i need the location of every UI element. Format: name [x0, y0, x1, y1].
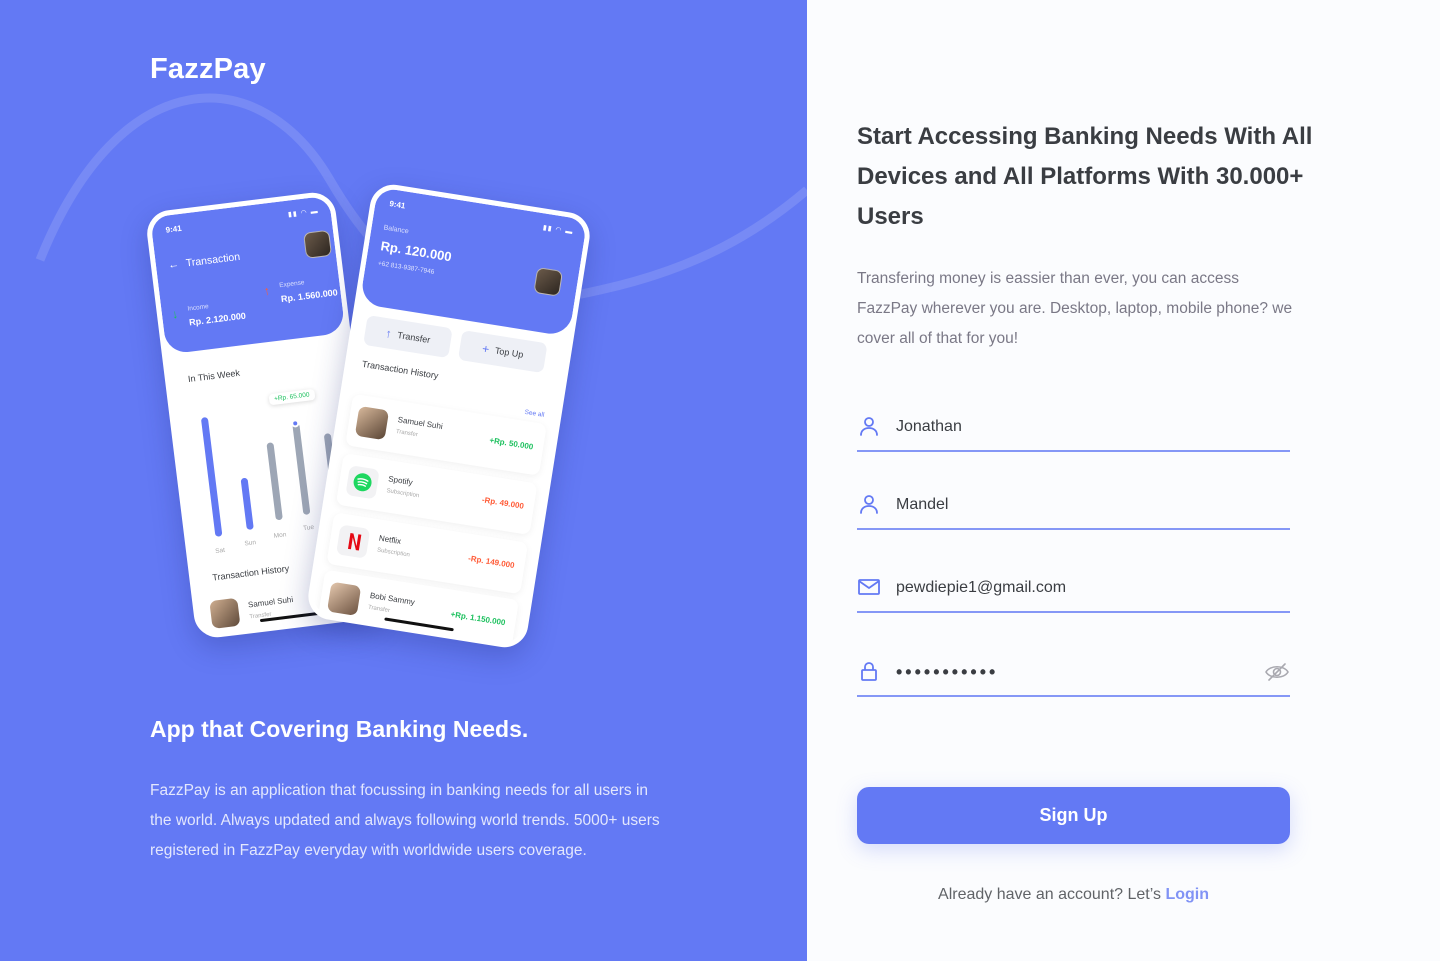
- row-sub: Subscription: [386, 488, 420, 500]
- row-sub: Transfer: [395, 428, 419, 439]
- person-icon: [860, 495, 878, 514]
- row-amount: -Rp. 149.000: [467, 553, 516, 571]
- page-title: Start Accessing Banking Needs With All D…: [857, 123, 1313, 230]
- hero-title: App that Covering Banking Needs.: [150, 716, 529, 742]
- chart-bar: [266, 442, 283, 521]
- signal-icon: ▮▮ ◠ ▬: [542, 224, 574, 237]
- phone-a-history-title: Transaction History: [211, 563, 290, 583]
- person-icon: [860, 417, 878, 436]
- chart-bar: [200, 416, 223, 537]
- eye-off-icon[interactable]: [1264, 661, 1290, 683]
- balance-label: Balance: [383, 224, 410, 236]
- brand-logo: FazzPay: [150, 53, 266, 85]
- netflix-icon: [336, 524, 371, 559]
- phone-a-title: Transaction: [185, 250, 241, 270]
- day-label: Sat: [214, 546, 226, 556]
- day-label: Sun: [244, 539, 257, 548]
- arrow-up-icon: ↑: [384, 326, 393, 341]
- phone-b-header: 9:41 ▮▮ ◠ ▬ Balance Rp. 120.000 +62 813-…: [359, 187, 588, 337]
- last-name-input[interactable]: [896, 488, 1256, 522]
- topup-button: + Top Up: [457, 330, 548, 374]
- row-sub: Subscription: [376, 547, 411, 559]
- day-label: Mon: [273, 531, 287, 540]
- avatar: [354, 405, 390, 441]
- arrow-down-icon: ↓: [171, 306, 179, 322]
- signal-icon: ▮▮ ◠ ▬: [287, 207, 320, 219]
- topup-label: Top Up: [494, 345, 525, 360]
- mail-icon: [858, 579, 880, 595]
- chart-tooltip: +Rp. 65.000: [268, 388, 316, 406]
- avatar: [303, 229, 333, 259]
- row-sub: Transfer: [367, 604, 391, 615]
- hero-description: FazzPay is an application that focussing…: [150, 782, 660, 859]
- row-name: Spotify: [387, 474, 414, 488]
- password-field: [857, 655, 1290, 697]
- phone-b-time: 9:41: [388, 199, 407, 211]
- see-all-link: See all: [524, 408, 545, 419]
- expense-label: Expense: [278, 279, 305, 290]
- phone-number: +62 813-9387-7946: [377, 260, 435, 276]
- balance-value: Rp. 120.000: [379, 238, 453, 265]
- spotify-icon: [345, 465, 380, 500]
- phone-a-time: 9:41: [165, 223, 183, 235]
- row-name: Bobi Sammy: [369, 590, 416, 607]
- phone-b-history-title: Transaction History: [361, 358, 440, 381]
- first-name-input[interactable]: [896, 410, 1256, 444]
- login-prompt-text: Already have an account? Let’s: [938, 886, 1161, 903]
- password-input[interactable]: [896, 655, 1256, 689]
- sign-up-button[interactable]: Sign Up: [857, 787, 1290, 844]
- email-field: [857, 571, 1290, 613]
- income-label: Income: [187, 303, 210, 313]
- page-description: Transfering money is eassier than ever, …: [857, 270, 1293, 347]
- row-name: Samuel Suhi: [397, 415, 444, 432]
- first-name-field: [857, 410, 1290, 452]
- hero-panel: FazzPay 9:41 ▮▮ ◠ ▬ ← Transaction ↓ Inco…: [0, 0, 807, 961]
- login-prompt-row: Already have an account? Let’s Login: [857, 886, 1290, 904]
- phone-a-header: 9:41 ▮▮ ◠ ▬ ← Transaction ↓ Income Rp. 2…: [150, 195, 346, 355]
- week-title: In This Week: [187, 367, 241, 385]
- chart-bar: [240, 477, 254, 531]
- back-arrow-icon: ←: [167, 258, 180, 272]
- expense-value: Rp. 1.560.000: [280, 287, 339, 305]
- arrow-up-icon: ↑: [263, 283, 271, 299]
- lock-icon: [861, 662, 877, 681]
- row-amount: -Rp. 49.000: [481, 495, 525, 511]
- row-name: Netflix: [378, 533, 402, 546]
- plus-icon: +: [481, 341, 491, 357]
- login-link[interactable]: Login: [1165, 886, 1209, 903]
- email-input[interactable]: [896, 571, 1256, 605]
- transfer-button: ↑ Transfer: [363, 315, 453, 359]
- row-amount: +Rp. 1.150.000: [449, 609, 507, 628]
- row-amount: +Rp. 50.000: [488, 435, 534, 452]
- avatar: [326, 581, 362, 617]
- income-value: Rp. 2.120.000: [188, 310, 247, 328]
- row-name: Samuel Suhi: [247, 594, 294, 610]
- avatar: [209, 597, 241, 629]
- last-name-field: [857, 488, 1290, 530]
- transfer-label: Transfer: [396, 329, 432, 346]
- day-label: Tue: [302, 523, 315, 533]
- avatar: [533, 266, 564, 297]
- chart-bar: [292, 422, 311, 516]
